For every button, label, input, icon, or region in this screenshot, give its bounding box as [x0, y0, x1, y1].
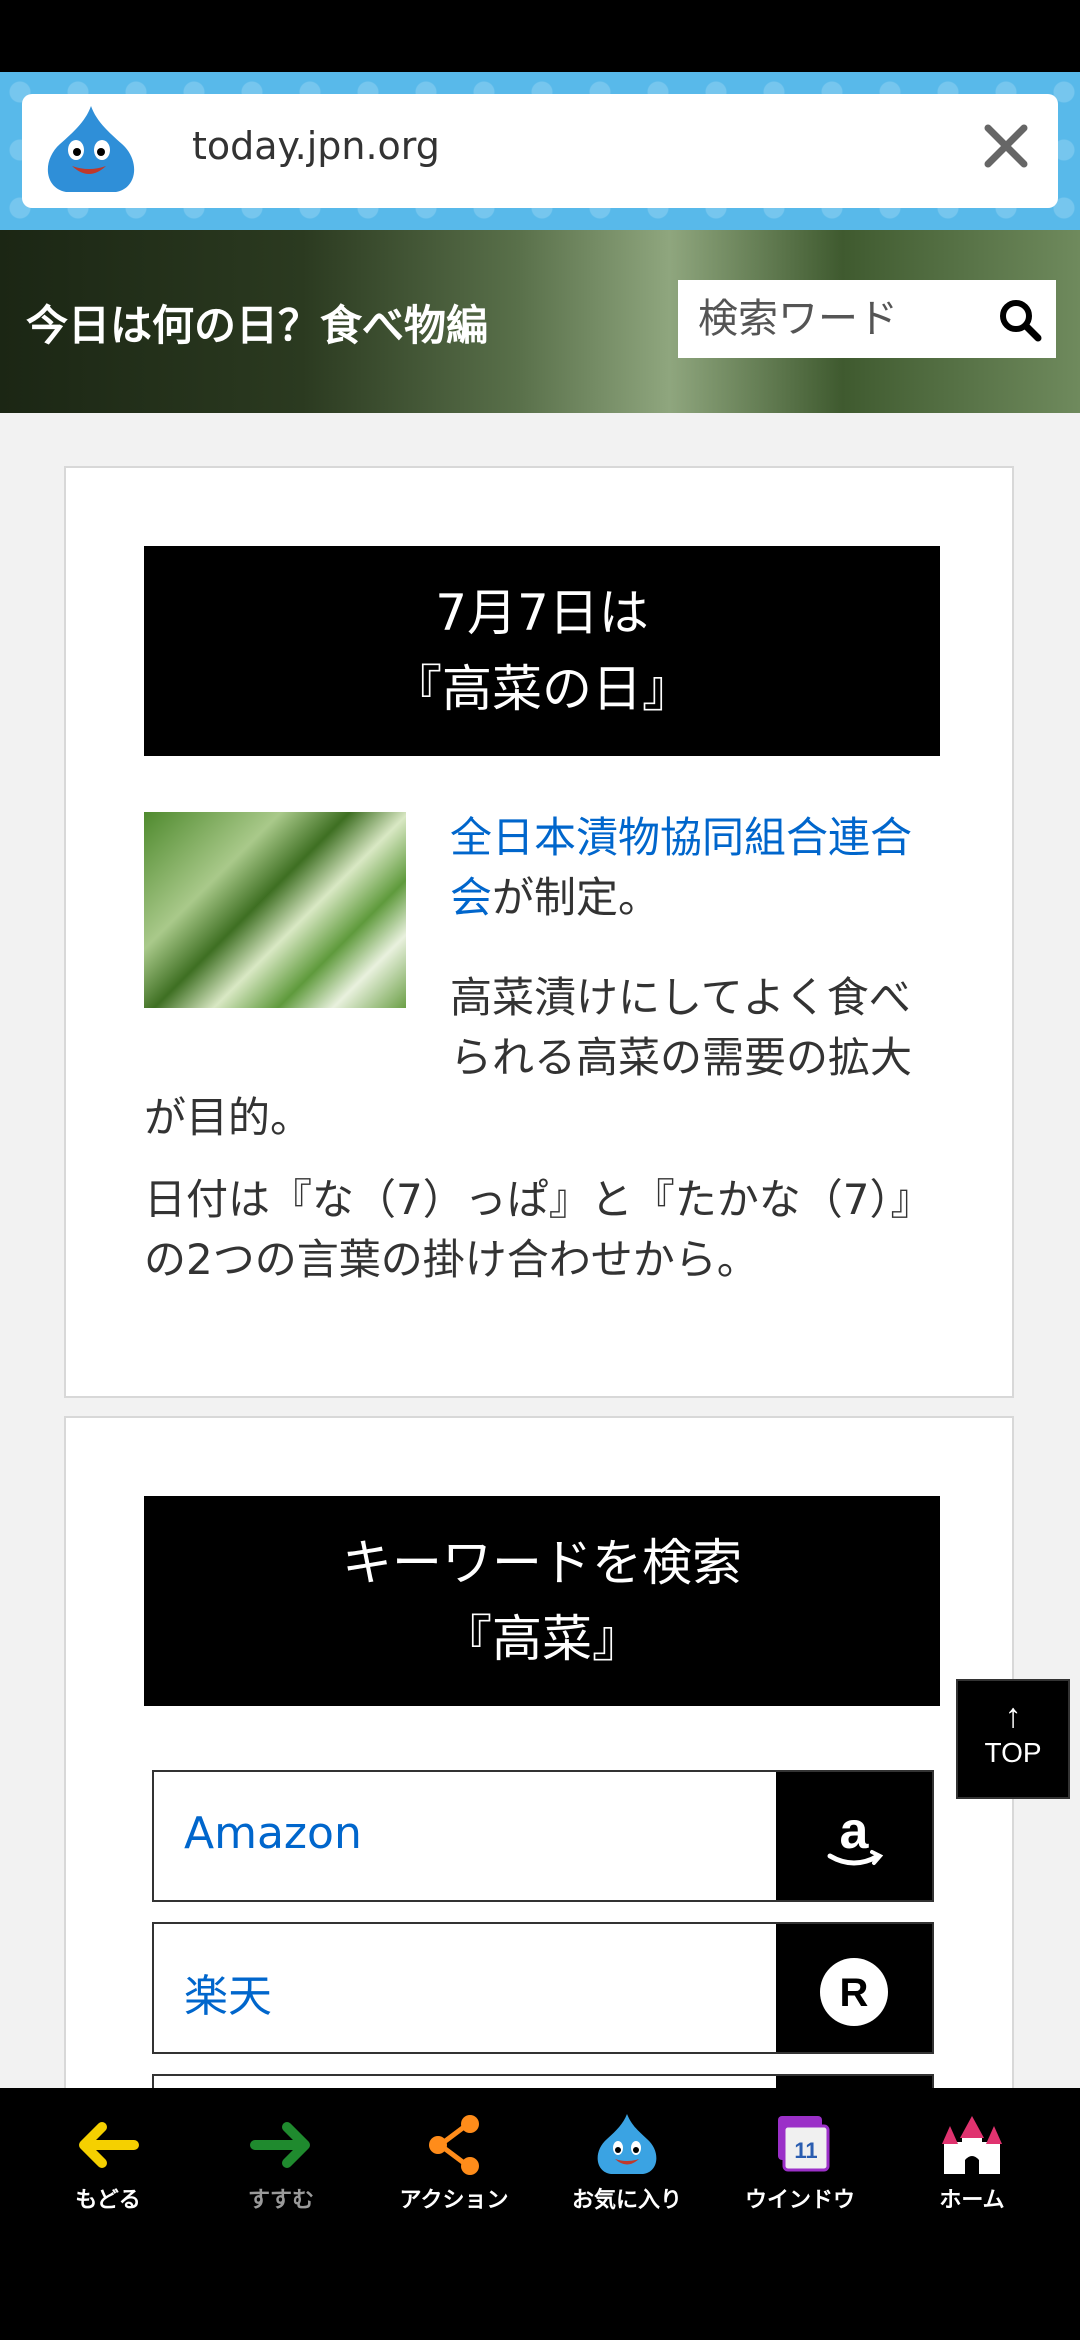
- status-bar: [0, 0, 1080, 72]
- search-input[interactable]: [678, 280, 998, 358]
- share-icon: [429, 2115, 479, 2175]
- nav-window-label: ウインドウ: [744, 2188, 855, 2213]
- url-text[interactable]: today.jpn.org: [192, 124, 440, 168]
- keyword-heading: キーワードを検索 『高菜』: [144, 1496, 940, 1706]
- article-heading: 7月7日は 『高菜の日』: [144, 546, 940, 756]
- amazon-icon: a: [827, 1802, 884, 1866]
- window-icon: 11: [778, 2116, 830, 2172]
- search-icon[interactable]: [998, 298, 1042, 342]
- back-arrow-icon: [79, 2122, 139, 2168]
- url-box[interactable]: today.jpn.org: [22, 94, 1058, 208]
- amazon-label: Amazon: [184, 1808, 362, 1859]
- close-icon[interactable]: [976, 116, 1036, 176]
- forward-arrow-icon: [250, 2122, 310, 2168]
- amazon-search-button[interactable]: Amazon a: [152, 1770, 934, 1902]
- rakuten-label: 楽天: [184, 1971, 272, 2022]
- keyword-heading-line2: 『高菜』: [442, 1610, 642, 1668]
- search-box: [678, 280, 1056, 358]
- slime-icon: [597, 2114, 657, 2174]
- heading-date: 7月7日は: [435, 584, 649, 642]
- svg-text:R: R: [840, 1971, 869, 2015]
- rakuten-icon-box: R: [776, 1924, 932, 2052]
- nav-home-label: ホーム: [939, 2188, 1005, 2213]
- nav-favorites[interactable]: お気に入り: [547, 2112, 707, 2222]
- nav-window[interactable]: 11 ウインドウ: [720, 2112, 880, 2222]
- nav-favorites-label: お気に入り: [571, 2188, 682, 2213]
- para2-line3: が目的。: [144, 1093, 313, 1142]
- hero-banner: 今日は何の日？食べ物編: [0, 230, 1080, 413]
- keyword-heading-line1: キーワードを検索: [342, 1534, 742, 1592]
- up-arrow-icon: ↑: [1004, 1697, 1022, 1735]
- castle-icon: [942, 2116, 1002, 2174]
- article-paragraph-1: 全日本漬物協同組合連合会が制定。: [450, 808, 930, 928]
- article-paragraph-2: 高菜漬けにしてよく食べ られる高菜の需要の拡大 が目的。: [144, 968, 944, 1148]
- scroll-to-top-button[interactable]: ↑ TOP: [956, 1679, 1070, 1799]
- keyword-search-card: キーワードを検索 『高菜』 Amazon a 楽天 R: [64, 1416, 1014, 2134]
- nav-action-label: アクション: [399, 2188, 509, 2213]
- nav-action[interactable]: アクション: [374, 2112, 534, 2222]
- para2-line2: られる高菜の需要の拡大: [450, 1033, 913, 1082]
- top-label: TOP: [984, 1737, 1042, 1768]
- browser-url-bar: today.jpn.org: [0, 72, 1080, 230]
- svg-text:a: a: [840, 1802, 870, 1860]
- article-card: 7月7日は 『高菜の日』 全日本漬物協同組合連合会が制定。 高菜漬けにしてよく食…: [64, 466, 1014, 1398]
- site-title[interactable]: 今日は何の日？食べ物編: [26, 292, 488, 353]
- nav-forward-label: すすむ: [247, 2188, 314, 2213]
- nav-back[interactable]: もどる: [28, 2112, 188, 2222]
- amazon-icon-box: a: [776, 1772, 932, 1900]
- bottom-navigation-bar: もどる すすむ アクション お気に入り 11 ウインドウ ホーム: [0, 2088, 1080, 2340]
- slime-logo-icon: [47, 106, 135, 192]
- rakuten-icon: R: [820, 1958, 888, 2026]
- article-paragraph-3: 日付は『な（7）っぱ』と『たかな（7）』の2つの言葉の掛け合わせから。: [144, 1175, 933, 1284]
- rakuten-search-button[interactable]: 楽天 R: [152, 1922, 934, 2054]
- link-suffix: が制定。: [492, 873, 661, 922]
- window-count: 11: [794, 2138, 817, 2163]
- nav-home[interactable]: ホーム: [892, 2112, 1052, 2222]
- nav-forward[interactable]: すすむ: [201, 2112, 361, 2222]
- nav-back-label: もどる: [75, 2188, 141, 2213]
- para2-line1: 高菜漬けにしてよく食べ: [450, 973, 911, 1022]
- heading-title: 『高菜の日』: [392, 660, 692, 718]
